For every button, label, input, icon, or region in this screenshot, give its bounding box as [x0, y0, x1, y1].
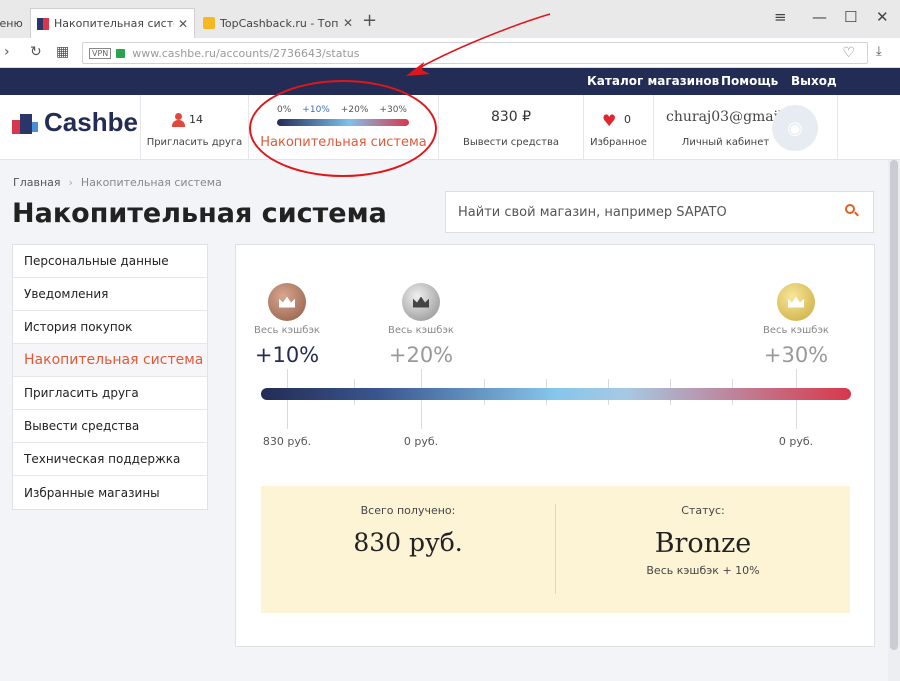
lock-favicon-icon	[203, 17, 215, 29]
new-tab-button[interactable]: +	[362, 10, 377, 31]
tier-amount: 0 руб.	[403, 435, 439, 448]
search-placeholder: Найти свой магазин, например SAPATO	[458, 204, 727, 220]
sidebar-item-label: Накопительная система	[24, 352, 204, 368]
tier-label: Весь кэшбэк	[254, 325, 320, 336]
silver-crown-icon	[402, 283, 440, 321]
tier-percent: +10%	[254, 343, 320, 367]
sidebar-item-personal-data[interactable]: Персональные данные	[13, 245, 207, 278]
scrollbar-thumb[interactable]	[890, 160, 898, 650]
status-subtext: Весь кэшбэк + 10%	[646, 564, 760, 577]
page-title: Накопительная система	[12, 198, 387, 229]
tab-active-cashbe[interactable]: Накопительная система - ✕	[30, 8, 195, 38]
withdraw-label: Вывести средства	[462, 137, 560, 148]
favorites-label: Избранное	[590, 137, 647, 148]
search-input[interactable]: Найти свой магазин, например SAPATO	[445, 191, 874, 233]
breadcrumb-current: Накопительная система	[80, 176, 222, 189]
header-invite-friend[interactable]: 14 Пригласить друга	[140, 95, 248, 159]
tab-menu[interactable]: Меню	[0, 8, 28, 38]
tier-label: Весь кэшбэк	[388, 325, 454, 336]
page-scrollbar[interactable]	[888, 160, 900, 681]
breadcrumb-home-link[interactable]: Главная	[13, 176, 61, 189]
url-path: /accounts/2736643/status	[216, 46, 360, 60]
balance-amount: 830 ₽	[490, 109, 532, 125]
menu-lines-icon[interactable]: ≡	[774, 8, 787, 26]
status-label: Статус:	[681, 504, 725, 517]
sidebar-item-purchase-history[interactable]: История покупок	[13, 311, 207, 344]
annotation-ellipse-header	[249, 80, 437, 177]
tab-topcashback[interactable]: TopCashback.ru - Топ луч ✕	[197, 8, 359, 38]
annotation-arrow-icon	[406, 13, 551, 76]
search-icon[interactable]	[845, 204, 859, 218]
padlock-icon	[116, 48, 126, 58]
reload-icon[interactable]: ↻	[30, 44, 42, 60]
close-icon[interactable]: ✕	[343, 16, 353, 30]
tier-percent: +20%	[388, 343, 454, 367]
sidebar-item-label: Избранные магазины	[24, 485, 160, 500]
nav-catalog-link[interactable]: Каталог магазинов	[587, 74, 719, 88]
cashbe-favicon-icon	[37, 17, 49, 30]
bookmark-heart-icon[interactable]: ♡	[842, 45, 855, 61]
url-host: www.cashbe.ru	[132, 46, 216, 60]
logo-text: Cashbe	[44, 107, 138, 137]
cashback-progress-bar	[261, 388, 851, 400]
sidebar-item-notifications[interactable]: Уведомления	[13, 278, 207, 311]
forward-icon[interactable]: ›	[4, 44, 10, 60]
vpn-badge[interactable]: VPN	[89, 47, 112, 59]
summary-box: Всего получено: 830 руб. Статус: Bronze …	[261, 486, 850, 613]
total-label: Всего получено:	[360, 504, 456, 517]
header-withdraw[interactable]: 830 ₽ Вывести средства	[438, 95, 583, 159]
tier-amount: 0 руб.	[778, 435, 814, 448]
gold-crown-icon	[777, 283, 815, 321]
breadcrumb: Главная › Накопительная система	[13, 176, 222, 189]
window-close-icon[interactable]: ✕	[876, 8, 889, 26]
account-sidebar: Персональные данные Уведомления История …	[12, 244, 208, 510]
summary-total: Всего получено: 830 руб.	[261, 486, 555, 613]
header-favorites[interactable]: ♥ 0 Избранное	[583, 95, 653, 159]
bronze-crown-icon	[268, 283, 306, 321]
camera-icon[interactable]: ◉	[772, 105, 818, 151]
sidebar-item-favorite-shops[interactable]: Избранные магазины	[13, 476, 207, 509]
invite-count: 14	[189, 113, 203, 126]
summary-status: Статус: Bronze Весь кэшбэк + 10%	[556, 486, 850, 613]
accumulative-panel: Весь кэшбэк +10% Весь кэшбэк +20% Весь к…	[235, 244, 875, 647]
nav-help-link[interactable]: Помощь	[721, 74, 778, 88]
nav-logout-link[interactable]: Выход	[791, 74, 837, 88]
sidebar-item-label: Техническая поддержка	[24, 452, 181, 466]
close-icon[interactable]: ✕	[178, 17, 188, 31]
breadcrumb-separator: ›	[68, 176, 73, 189]
sidebar-item-support[interactable]: Техническая поддержка	[13, 443, 207, 476]
grid-icon[interactable]: ▦	[56, 44, 69, 60]
total-value: 830 руб.	[353, 528, 463, 557]
tab-title: TopCashback.ru - Топ луч	[220, 16, 339, 30]
account-email: churaj03@gmail.c	[666, 109, 781, 125]
tab-title: Меню	[0, 16, 23, 30]
sidebar-item-label: Пригласить друга	[24, 386, 139, 400]
heart-icon: ♥	[602, 111, 617, 130]
tab-title: Накопительная система -	[54, 17, 174, 30]
header-account[interactable]: churaj03@gmail.c Личный кабинет ◉	[653, 95, 838, 159]
status-value: Bronze	[654, 528, 752, 559]
sidebar-item-label: История покупок	[24, 320, 133, 334]
sidebar-item-label: Вывести средства	[24, 419, 140, 433]
download-icon[interactable]: ⤓	[876, 44, 882, 59]
logo-bars-icon	[10, 110, 40, 136]
sidebar-item-label: Персональные данные	[24, 254, 169, 268]
sidebar-item-invite-friend[interactable]: Пригласить друга	[13, 377, 207, 410]
person-icon	[171, 113, 185, 127]
sidebar-item-withdraw[interactable]: Вывести средства	[13, 410, 207, 443]
site-header: Cashbe 14 Пригласить друга 0% +10% +20% …	[0, 95, 900, 160]
maximize-icon[interactable]: ☐	[844, 8, 857, 26]
favorites-count: 0	[624, 113, 631, 126]
cashbe-logo[interactable]: Cashbe	[10, 107, 138, 138]
minimize-icon[interactable]: —	[812, 8, 827, 26]
sidebar-item-accumulative-system[interactable]: Накопительная система	[13, 344, 207, 377]
tier-amount: 830 руб.	[262, 435, 312, 448]
sidebar-item-label: Уведомления	[24, 287, 109, 301]
invite-label: Пригласить друга	[146, 137, 243, 148]
tier-percent: +30%	[763, 343, 829, 367]
tier-label: Весь кэшбэк	[763, 325, 829, 336]
